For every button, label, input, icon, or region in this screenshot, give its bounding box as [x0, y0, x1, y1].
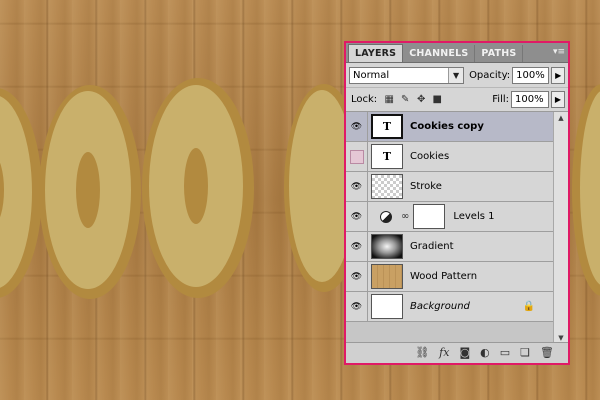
eye-icon[interactable]: 👁 — [346, 262, 368, 291]
layer-name: Wood Pattern — [410, 271, 478, 282]
cookie-letter-5 — [572, 84, 600, 296]
add-mask-icon[interactable]: ◙ — [459, 346, 470, 360]
lock-icon: 🔒 — [522, 301, 535, 312]
panel-tabbar: LAYERS CHANNELS PATHS ▾≡ — [346, 43, 568, 63]
lock-position-icon[interactable]: ✥ — [416, 94, 426, 105]
layer-row-background[interactable]: 👁 Background 🔒 — [346, 292, 553, 322]
lock-transparency-icon[interactable]: ▦ — [384, 94, 394, 105]
layers-list: 👁 T Cookies copy T Cookies 👁 Stroke 👁 ∞ … — [346, 112, 568, 344]
tab-channels[interactable]: CHANNELS — [403, 45, 476, 62]
tab-paths[interactable]: PATHS — [475, 45, 524, 62]
gradient-layer-thumbnail — [371, 234, 403, 259]
opacity-slider-toggle-icon[interactable]: ▶ — [551, 66, 565, 84]
cookie-letter-3 — [142, 78, 254, 298]
new-group-folder-icon[interactable]: ▭ — [500, 346, 510, 360]
layer-row-levels-1[interactable]: 👁 ∞ Levels 1 — [346, 202, 553, 232]
layer-name: Gradient — [410, 241, 454, 252]
cookie-letter-2 — [39, 85, 141, 299]
layer-name: Cookies copy — [410, 121, 484, 132]
opacity-field[interactable]: 100% — [512, 66, 550, 84]
fill-field[interactable]: 100% — [511, 91, 549, 108]
trash-icon[interactable]: 🗑 — [540, 346, 554, 360]
layer-row-gradient[interactable]: 👁 Gradient — [346, 232, 553, 262]
text-layer-thumbnail: T — [371, 144, 403, 169]
visibility-toggle-off[interactable] — [346, 142, 368, 171]
cookie-letter-1 — [0, 88, 42, 298]
eye-icon[interactable]: 👁 — [346, 292, 368, 321]
lock-row: Lock: ▦ ✎ ✥ ■ Fill: 100% ▶ — [346, 88, 568, 112]
eye-icon[interactable]: 👁 — [346, 112, 368, 141]
text-layer-thumbnail: T — [371, 114, 403, 139]
transparent-layer-thumbnail — [371, 174, 403, 199]
chevron-down-icon[interactable]: ▼ — [448, 67, 464, 83]
blend-mode-value: Normal — [353, 69, 390, 81]
lock-label: Lock: — [351, 94, 378, 105]
layer-name: Cookies — [410, 151, 450, 162]
layers-scrollbar[interactable]: ▲ ▼ — [553, 112, 568, 344]
chain-link-icon[interactable]: ∞ — [401, 211, 409, 222]
layer-name: Background — [410, 301, 470, 312]
fill-slider-toggle-icon[interactable]: ▶ — [551, 91, 565, 108]
new-layer-icon[interactable]: ❏ — [520, 346, 530, 360]
layer-row-cookies[interactable]: T Cookies — [346, 142, 553, 172]
layer-mask-thumbnail — [413, 204, 446, 229]
panel-footer: ⛓ fx ◙ ◐ ▭ ❏ 🗑 — [346, 342, 568, 363]
lock-pixels-icon[interactable]: ✎ — [400, 94, 410, 105]
fill-label: Fill: — [492, 94, 509, 105]
tab-layers[interactable]: LAYERS — [348, 44, 404, 62]
wood-layer-thumbnail — [371, 264, 403, 289]
layer-style-fx-icon[interactable]: fx — [439, 346, 449, 360]
panel-menu-icon[interactable]: ▾≡ — [551, 46, 565, 58]
layers-panel: LAYERS CHANNELS PATHS ▾≡ Normal ▼ Opacit… — [344, 41, 570, 365]
layer-row-cookies-copy[interactable]: 👁 T Cookies copy — [346, 112, 553, 142]
layer-row-stroke[interactable]: 👁 Stroke — [346, 172, 553, 202]
eye-icon[interactable]: 👁 — [346, 232, 368, 261]
layer-name: Stroke — [410, 181, 442, 192]
adjustment-layer-icon — [380, 210, 392, 223]
layer-name: Levels 1 — [453, 211, 495, 222]
hidden-eye-box — [349, 149, 364, 164]
scroll-up-icon[interactable]: ▲ — [554, 112, 568, 124]
opacity-label: Opacity: — [469, 69, 511, 81]
background-layer-thumbnail — [371, 294, 403, 319]
blend-row: Normal ▼ Opacity: 100% ▶ — [346, 63, 568, 88]
lock-all-icon[interactable]: ■ — [432, 94, 442, 105]
eye-icon[interactable]: 👁 — [346, 202, 368, 231]
new-adjustment-layer-icon[interactable]: ◐ — [480, 346, 490, 360]
layer-row-wood-pattern[interactable]: 👁 Wood Pattern — [346, 262, 553, 292]
blend-mode-select[interactable]: Normal ▼ — [349, 66, 465, 84]
eye-icon[interactable]: 👁 — [346, 172, 368, 201]
link-layers-icon[interactable]: ⛓ — [415, 346, 429, 360]
